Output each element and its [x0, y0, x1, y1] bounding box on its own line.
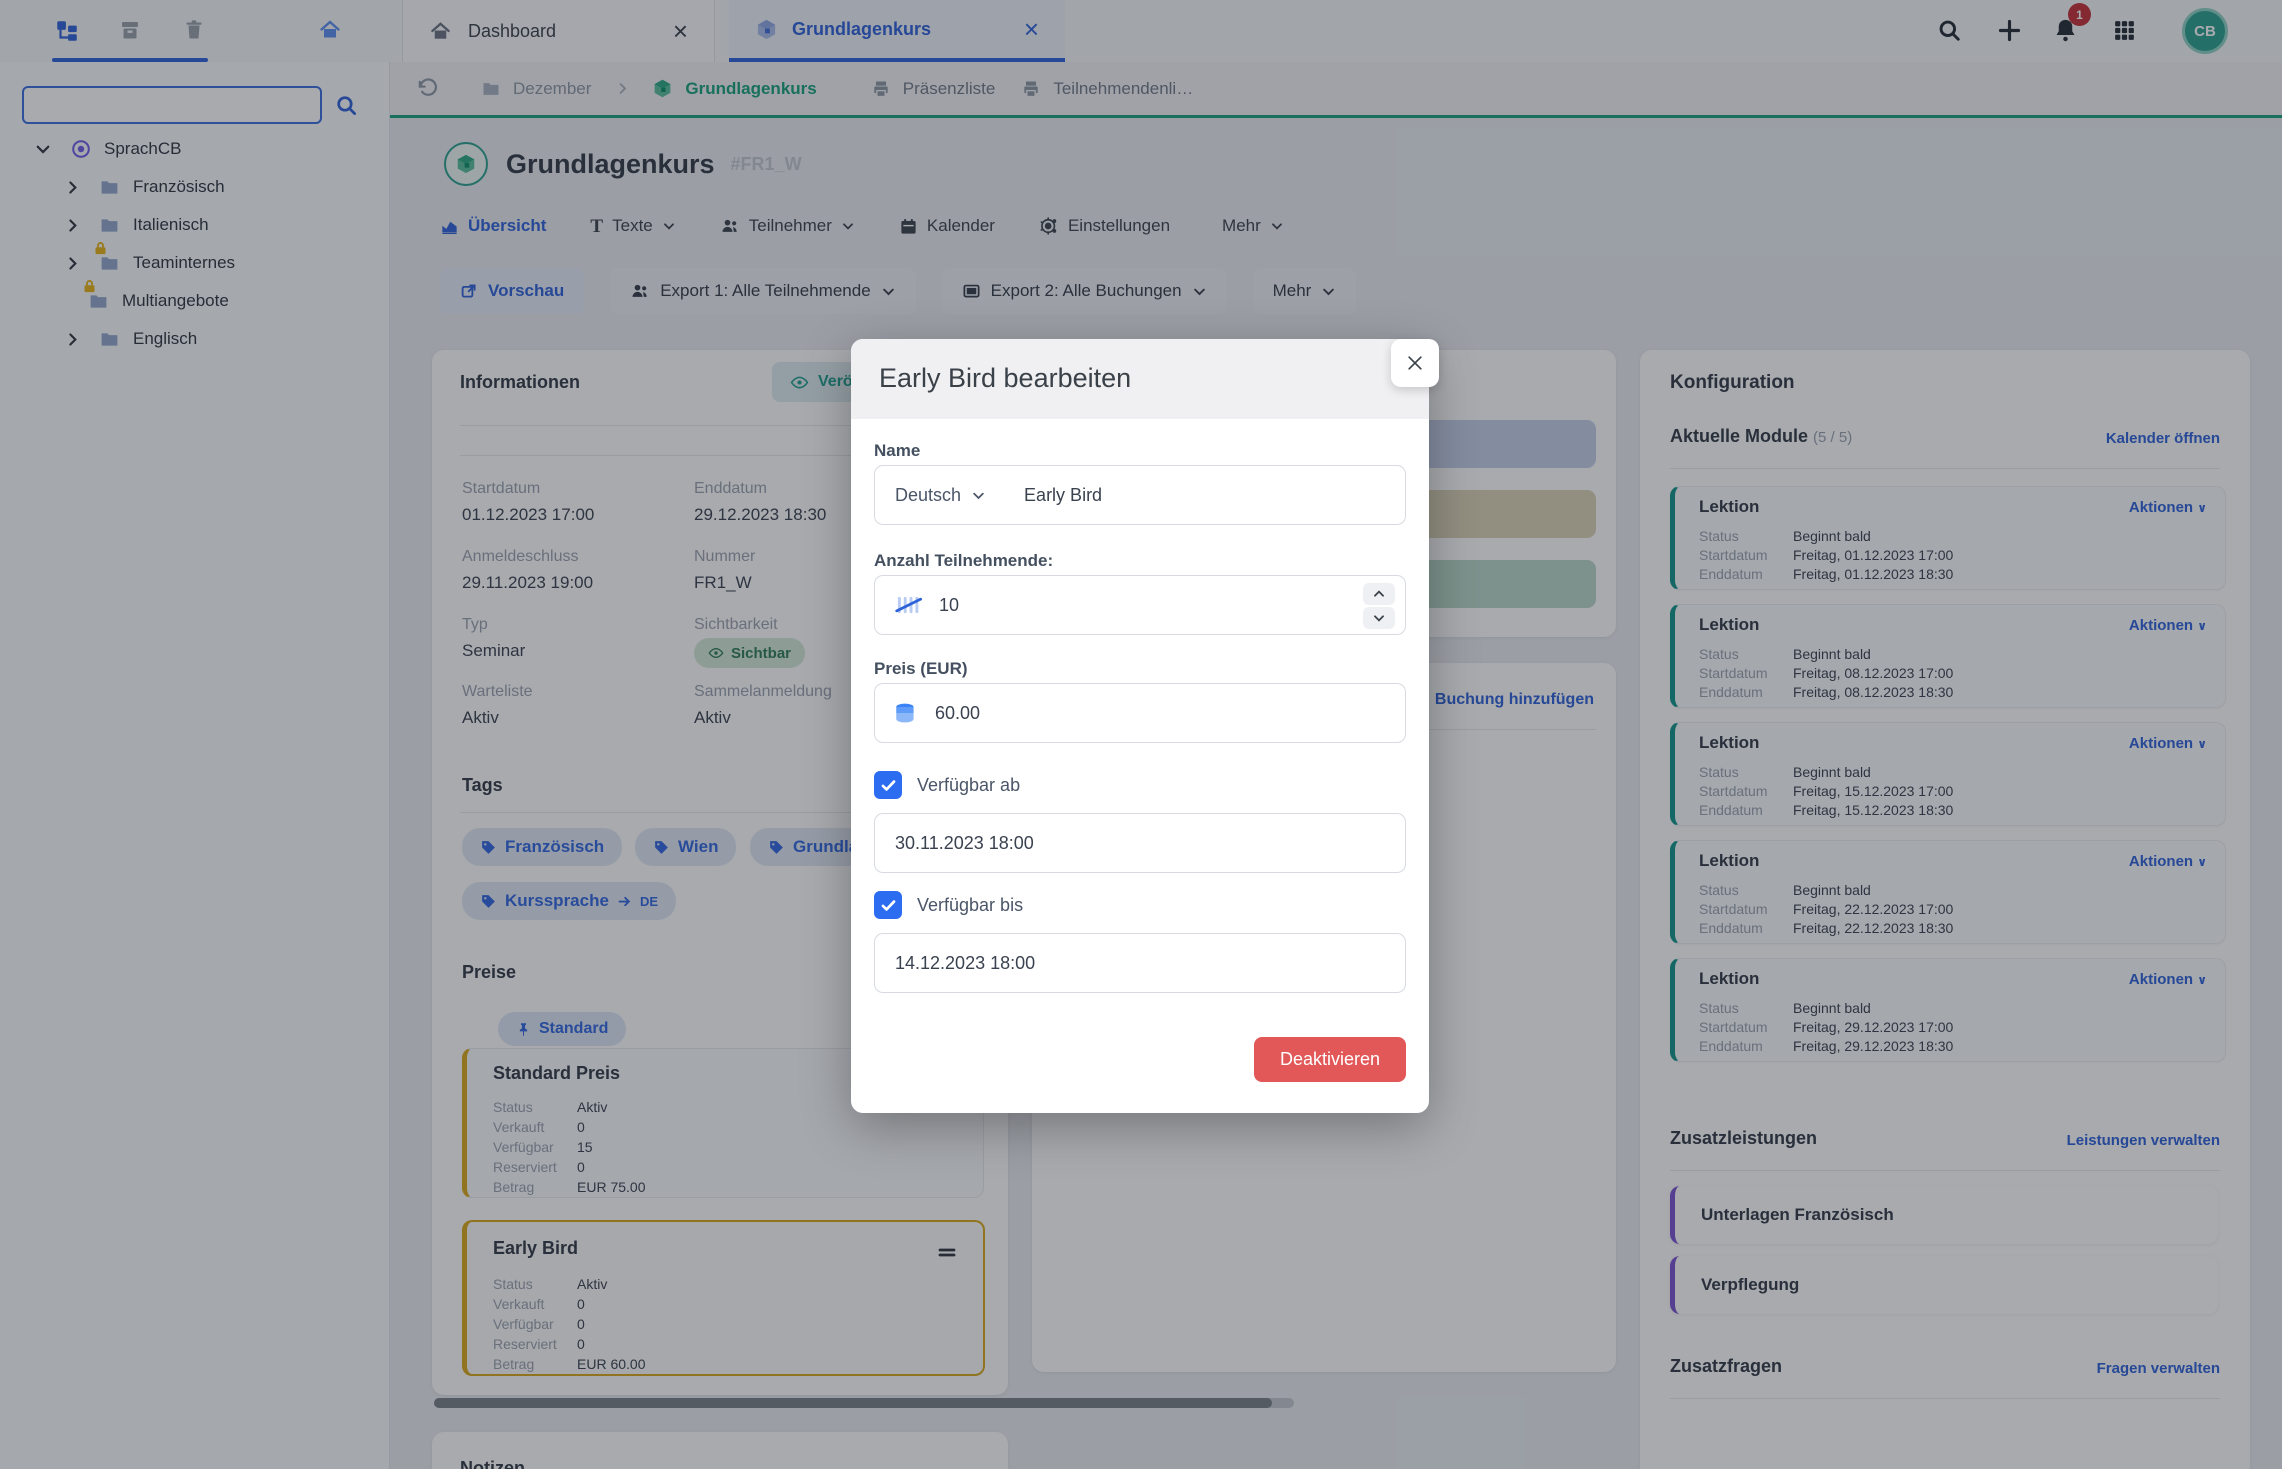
- chevron-down-icon: [1372, 611, 1386, 625]
- chevron-down-icon: [971, 488, 986, 503]
- tally-icon: [893, 591, 925, 619]
- check-icon: [879, 776, 898, 795]
- name-field[interactable]: Deutsch Early Bird: [874, 465, 1406, 525]
- language-select[interactable]: Deutsch: [895, 485, 986, 506]
- available-until-checkbox[interactable]: [874, 891, 902, 919]
- price-label: Preis (EUR): [874, 659, 968, 679]
- modal-title: Early Bird bearbeiten: [879, 363, 1131, 394]
- deactivate-button[interactable]: Deaktivieren: [1254, 1037, 1406, 1082]
- participants-field[interactable]: 10: [874, 575, 1406, 635]
- early-bird-modal: Early Bird bearbeiten Name Deutsch Early…: [851, 339, 1429, 1113]
- available-from-checkbox[interactable]: [874, 771, 902, 799]
- close-icon: [1405, 353, 1425, 373]
- chevron-up-icon: [1372, 587, 1386, 601]
- available-until-value[interactable]: 14.12.2023 18:00: [895, 953, 1035, 974]
- participants-value[interactable]: 10: [939, 595, 959, 616]
- modal-close-button[interactable]: [1391, 339, 1439, 387]
- participants-label: Anzahl Teilnehmende:: [874, 551, 1053, 571]
- coins-icon: [893, 700, 919, 726]
- modal-header: Early Bird bearbeiten: [851, 339, 1429, 419]
- available-until-label: Verfügbar bis: [917, 895, 1023, 916]
- price-value[interactable]: 60.00: [935, 703, 980, 724]
- price-field[interactable]: 60.00: [874, 683, 1406, 743]
- available-from-field[interactable]: 30.11.2023 18:00: [874, 813, 1406, 873]
- stepper-down[interactable]: [1363, 607, 1395, 629]
- available-from-label: Verfügbar ab: [917, 775, 1020, 796]
- available-until-field[interactable]: 14.12.2023 18:00: [874, 933, 1406, 993]
- available-from-value[interactable]: 30.11.2023 18:00: [895, 833, 1034, 854]
- name-value[interactable]: Early Bird: [1024, 485, 1102, 506]
- check-icon: [879, 896, 898, 915]
- app-window: Dashboard × Grundlagenkurs × 1 CB Sprach…: [0, 0, 2282, 1469]
- name-label: Name: [874, 441, 920, 461]
- stepper-up[interactable]: [1363, 583, 1395, 605]
